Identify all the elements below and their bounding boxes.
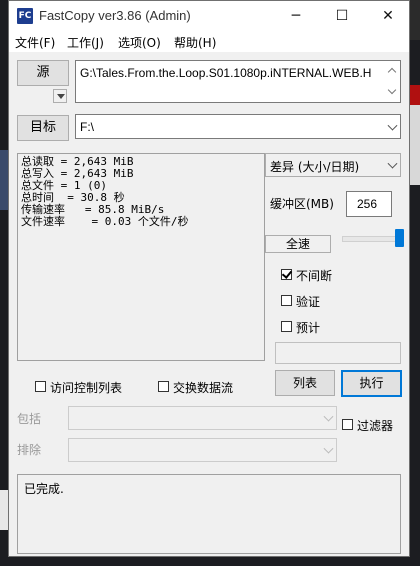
verify-checkbox[interactable]: [281, 295, 292, 306]
destination-button[interactable]: 目标: [17, 115, 69, 141]
filter-label: 过滤器: [357, 419, 394, 433]
speed-slider[interactable]: [342, 229, 404, 249]
menu-help[interactable]: 帮助(H): [174, 34, 216, 51]
stat-file-rate: 文件速率 = 0.03 个文件/秒: [21, 215, 189, 228]
include-label: 包括: [17, 412, 42, 426]
job-name-field[interactable]: [275, 342, 401, 364]
filter-checkbox[interactable]: [342, 419, 353, 430]
nonstop-checkbox[interactable]: [281, 269, 292, 280]
triangle-down-icon: [57, 94, 65, 99]
acl-checkbox[interactable]: [35, 381, 46, 392]
source-button[interactable]: 源: [17, 60, 69, 86]
minimize-icon[interactable]: ─: [273, 1, 319, 32]
status-log: 已完成.: [17, 474, 401, 554]
title-bar[interactable]: FC FastCopy ver3.86 (Admin) ─ ☐ ✕: [9, 1, 409, 32]
close-icon[interactable]: ✕: [365, 1, 409, 32]
nonstop-label: 不间断: [296, 269, 333, 283]
slider-track: [342, 236, 402, 242]
chevron-down-icon: [323, 443, 334, 454]
source-history-dropdown[interactable]: [53, 89, 67, 103]
estimate-label: 预计: [296, 321, 321, 335]
background-window-right: [410, 0, 420, 40]
alt-streams-checkbox[interactable]: [158, 381, 169, 392]
background-window-left: [0, 150, 8, 210]
background-window-right-red: [410, 85, 420, 105]
copy-mode-select[interactable]: 差异 (大小/日期): [265, 153, 401, 177]
scroll-down-icon[interactable]: [387, 85, 397, 95]
menu-bar: 文件(F) 工作(J) 选项(O) 帮助(H): [9, 32, 409, 52]
source-path-text: G:\Tales.From.the.Loop.S01.1080p.iNTERNA…: [80, 66, 372, 80]
exclude-filter-input[interactable]: [68, 438, 337, 462]
window-title: FastCopy ver3.86 (Admin): [39, 8, 191, 23]
menu-job[interactable]: 工作(J): [67, 34, 104, 51]
fastcopy-window: FC FastCopy ver3.86 (Admin) ─ ☐ ✕ 文件(F) …: [8, 0, 410, 557]
execute-button[interactable]: 执行: [341, 370, 402, 397]
app-icon: FC: [17, 8, 33, 24]
menu-file[interactable]: 文件(F): [15, 34, 55, 51]
buffer-size-value: 256: [357, 197, 378, 211]
chevron-down-icon: [387, 158, 398, 169]
buffer-label: 缓冲区(MB): [270, 197, 334, 211]
buffer-size-input[interactable]: 256: [346, 191, 392, 217]
alt-streams-label: 交换数据流: [173, 381, 234, 395]
scroll-up-icon[interactable]: [387, 67, 397, 77]
copy-mode-value: 差异 (大小/日期): [270, 160, 360, 174]
exclude-label: 排除: [17, 443, 42, 457]
estimate-checkbox[interactable]: [281, 321, 292, 332]
chevron-down-icon[interactable]: [387, 120, 398, 131]
stats-panel: 总读取 = 2,643 MiB 总写入 = 2,643 MiB 总文件 = 1 …: [17, 153, 265, 361]
speed-label: 全速: [265, 235, 331, 253]
background-window-left-lower: [0, 490, 8, 530]
verify-label: 验证: [296, 295, 321, 309]
acl-label: 访问控制列表: [50, 381, 123, 395]
source-path-input[interactable]: G:\Tales.From.the.Loop.S01.1080p.iNTERNA…: [75, 60, 401, 103]
background-window-right-light: [410, 105, 420, 185]
maximize-icon[interactable]: ☐: [319, 1, 365, 32]
slider-thumb[interactable]: [395, 229, 404, 247]
chevron-down-icon: [323, 411, 334, 422]
status-text: 已完成.: [24, 482, 64, 496]
destination-path-text: F:\: [80, 120, 94, 134]
list-button[interactable]: 列表: [275, 370, 335, 396]
destination-path-input[interactable]: F:\: [75, 114, 401, 139]
menu-options[interactable]: 选项(O): [118, 34, 161, 51]
include-filter-input[interactable]: [68, 406, 337, 430]
